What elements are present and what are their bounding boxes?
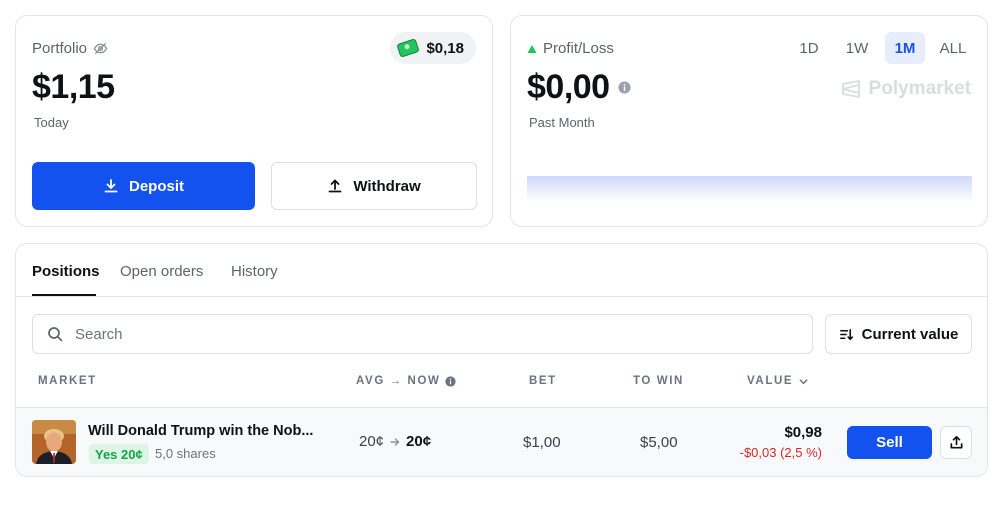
header-market-label: MARKET — [38, 375, 97, 387]
sort-current-value-button[interactable]: Current value — [825, 314, 972, 354]
portfolio-label: Portfolio — [32, 40, 88, 57]
to-win-amount: $5,00 — [640, 434, 678, 451]
upload-icon — [327, 178, 343, 194]
header-bet-label: BET — [529, 375, 557, 387]
header-bet: BET — [529, 375, 557, 387]
triangle-up-icon — [527, 44, 537, 54]
avg-price: 20¢ — [359, 433, 385, 450]
sell-button[interactable]: Sell — [847, 426, 932, 459]
header-avg-now: AVG → NOW — [356, 375, 457, 387]
sort-icon — [839, 327, 854, 342]
eye-off-icon[interactable] — [93, 41, 108, 56]
positions-card: Positions Open orders History Current va… — [15, 243, 988, 477]
positions-tabs: Positions Open orders History — [16, 244, 987, 297]
value-change: -$0,03 (2,5 %) — [739, 445, 822, 460]
active-tab-underline — [32, 294, 96, 296]
brand-name: Polymarket — [868, 78, 971, 99]
header-avg-now-label: AVG → NOW — [356, 375, 441, 387]
search-icon — [47, 326, 63, 342]
header-to-win-label: TO WIN — [633, 375, 684, 387]
header-value-label: VALUE — [747, 375, 794, 387]
market-title[interactable]: Will Donald Trump win the Nob... — [88, 423, 313, 439]
profit-loss-label: Profit/Loss — [543, 40, 614, 57]
table-row[interactable]: Will Donald Trump win the Nob... Yes 20¢… — [16, 407, 987, 476]
header-market: MARKET — [38, 375, 97, 387]
portfolio-period: Today — [34, 115, 69, 130]
sort-label: Current value — [861, 325, 959, 343]
search-box[interactable] — [32, 314, 813, 354]
outcome-badge: Yes 20¢ — [89, 444, 149, 464]
withdraw-label: Withdraw — [353, 177, 421, 195]
range-tab-1w[interactable]: 1W — [837, 32, 877, 64]
chevron-down-icon — [798, 376, 809, 387]
profit-loss-label-row: Profit/Loss — [527, 40, 614, 57]
now-price: 20¢ — [406, 433, 432, 450]
download-icon — [103, 178, 119, 194]
range-tab-all[interactable]: ALL — [933, 32, 973, 64]
profit-loss-card: Profit/Loss 1D 1W 1M ALL $0,00 Polymarke… — [510, 15, 988, 227]
share-button[interactable] — [940, 426, 972, 459]
info-icon[interactable] — [445, 375, 457, 387]
profit-loss-value-row: $0,00 — [527, 68, 631, 107]
shares-count: 5,0 shares — [155, 446, 216, 461]
cash-balance: $0,18 — [426, 39, 464, 57]
portfolio-card: Portfolio $0,18 $1,15 Today Deposit With… — [15, 15, 493, 227]
tab-open-orders[interactable]: Open orders — [120, 263, 203, 280]
current-value: $0,98 — [784, 424, 822, 441]
range-tabs: 1D 1W 1M ALL — [789, 32, 973, 64]
range-tab-1m[interactable]: 1M — [885, 32, 925, 64]
portfolio-label-row: Portfolio — [32, 40, 108, 57]
range-tab-1d[interactable]: 1D — [789, 32, 829, 64]
tab-history[interactable]: History — [231, 263, 278, 280]
bet-amount: $1,00 — [523, 434, 561, 451]
info-icon[interactable] — [618, 81, 631, 94]
search-input[interactable] — [75, 325, 775, 343]
avg-now-cell: 20¢ 20¢ — [359, 433, 431, 450]
profit-loss-value: $0,00 — [527, 68, 610, 106]
polymarket-brand: Polymarket — [841, 78, 971, 100]
tab-positions[interactable]: Positions — [32, 263, 100, 280]
deposit-button[interactable]: Deposit — [32, 162, 255, 210]
cash-icon — [396, 38, 421, 58]
portfolio-value: $1,15 — [32, 68, 115, 106]
polymarket-logo-icon — [841, 79, 861, 99]
header-value-sort[interactable]: VALUE — [747, 375, 809, 387]
share-icon — [949, 435, 964, 450]
market-thumbnail — [32, 420, 76, 464]
profit-loss-period: Past Month — [529, 115, 595, 130]
withdraw-button[interactable]: Withdraw — [271, 162, 477, 210]
cash-balance-pill[interactable]: $0,18 — [390, 32, 476, 64]
arrow-right-icon — [390, 437, 400, 447]
deposit-label: Deposit — [128, 177, 184, 195]
header-to-win: TO WIN — [633, 375, 684, 387]
profit-loss-chart — [527, 176, 972, 202]
